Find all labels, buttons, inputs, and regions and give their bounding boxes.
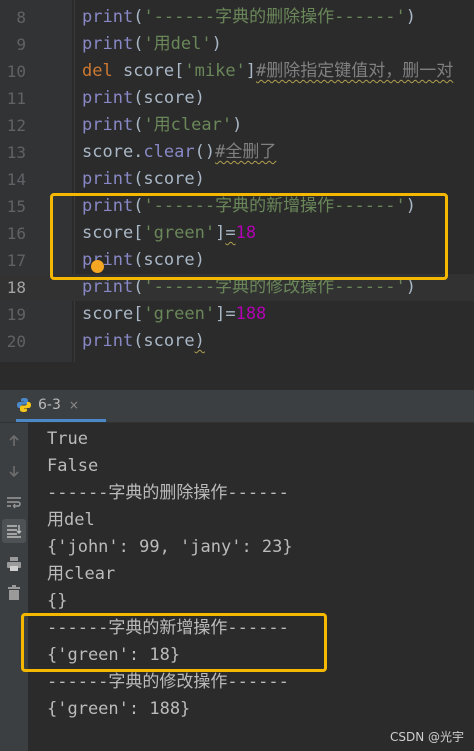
- line-number: 19: [6, 305, 26, 324]
- output-line: True: [47, 429, 88, 449]
- scroll-to-end-icon[interactable]: [2, 519, 26, 543]
- output-line: {'green': 188}: [47, 699, 191, 719]
- line-number: 11: [6, 89, 26, 108]
- up-arrow-icon[interactable]: [2, 429, 26, 453]
- code-line[interactable]: 9 print('用del'): [0, 31, 474, 58]
- down-arrow-icon[interactable]: [2, 459, 26, 483]
- watermark: CSDN @光宇: [389, 730, 464, 744]
- code-line[interactable]: 13 score.clear()#全删了: [0, 139, 474, 166]
- code-line[interactable]: 19 score['green']=188: [0, 301, 474, 328]
- code-token: (score: [133, 331, 195, 351]
- code-token: (: [133, 115, 144, 135]
- code-token: print: [82, 88, 134, 108]
- run-tab-label: 6-3: [38, 396, 61, 413]
- code-token: print: [82, 331, 134, 351]
- run-tab-6-3[interactable]: 6-3 ×: [16, 390, 106, 422]
- code-line[interactable]: 14 print(score): [0, 166, 474, 193]
- code-token: (: [133, 7, 144, 27]
- code-token: '------字典的删除操作------': [143, 7, 406, 27]
- code-token: =: [225, 304, 236, 324]
- line-number: 12: [6, 116, 26, 135]
- breakpoint-cursor-marker: [91, 260, 104, 273]
- line-number: 16: [6, 224, 26, 243]
- code-text: score.clear()#全删了: [82, 139, 276, 166]
- output-line: ------字典的删除操作------: [47, 483, 289, 503]
- code-line[interactable]: 8 print('------字典的删除操作------'): [0, 4, 474, 31]
- code-line[interactable]: 10 del score['mike']#删除指定键值对，删一对: [0, 58, 474, 85]
- output-line: 用clear: [47, 564, 116, 584]
- line-number: 9: [16, 35, 26, 54]
- code-token: ]: [245, 61, 257, 81]
- code-token: ]: [215, 304, 226, 324]
- code-text: del score['mike']#删除指定键值对，删一对: [82, 58, 453, 85]
- code-token: (score): [133, 88, 205, 108]
- panel-divider: [0, 362, 474, 390]
- code-line[interactable]: 11 print(score): [0, 85, 474, 112]
- code-token: score[: [82, 304, 144, 324]
- code-text: print('------字典的删除操作------'): [82, 4, 416, 31]
- output-line: {}: [47, 591, 68, 611]
- code-token: del: [82, 61, 123, 81]
- code-line[interactable]: 12 print('用clear'): [0, 112, 474, 139]
- code-text: print('用del'): [82, 31, 222, 58]
- code-token: 'mike': [184, 61, 246, 81]
- code-text: print(score): [82, 328, 205, 355]
- code-token: print: [82, 7, 134, 27]
- code-text: print(score): [82, 85, 205, 112]
- highlight-box-new-entry: [50, 193, 448, 280]
- line-number: 15: [6, 197, 26, 216]
- code-token: #删除指定键值对，删一对: [256, 61, 454, 81]
- output-line: {'john': 99, 'jany': 23}: [47, 537, 293, 557]
- code-token: '用del': [143, 34, 212, 54]
- code-token: score[: [122, 61, 185, 81]
- code-token: '------字典的修改操作------': [143, 277, 406, 297]
- line-number: 14: [6, 170, 26, 189]
- code-token: (: [133, 277, 144, 297]
- output-line: False: [47, 456, 99, 476]
- code-text: print(score): [82, 166, 205, 193]
- code-token: (): [194, 142, 216, 162]
- code-line[interactable]: 20 print(score): [0, 328, 474, 355]
- close-icon[interactable]: ×: [69, 398, 79, 412]
- run-tab-bar: 6-3 ×: [0, 390, 474, 423]
- run-output-panel[interactable]: True False ------字典的删除操作------ 用del {'john':…: [0, 423, 474, 751]
- output-line: 用del: [47, 510, 95, 530]
- code-token: print: [82, 277, 134, 297]
- line-number: 10: [6, 62, 26, 81]
- soft-wrap-icon[interactable]: [2, 490, 26, 514]
- code-token: score.: [82, 142, 144, 162]
- python-icon: [17, 397, 31, 412]
- output-line: ------字典的修改操作------: [47, 672, 289, 692]
- trash-icon[interactable]: [2, 581, 26, 605]
- line-number: 20: [6, 332, 26, 351]
- code-token: 188: [235, 304, 267, 324]
- code-text: score['green']=188: [82, 301, 266, 328]
- code-token: 'green': [143, 304, 216, 324]
- code-token: ): [194, 331, 205, 351]
- code-token: print: [82, 115, 134, 135]
- print-icon[interactable]: [2, 552, 26, 576]
- line-number: 13: [6, 143, 26, 162]
- code-text: print('用clear'): [82, 112, 242, 139]
- run-toolbar: [0, 423, 28, 751]
- code-token: print: [82, 34, 134, 54]
- code-token: #全删了: [215, 142, 277, 162]
- highlight-box-output: [21, 613, 327, 672]
- line-number: 18: [6, 278, 26, 297]
- code-token: print: [82, 169, 134, 189]
- code-editor[interactable]: 8 print('------字典的删除操作------') 9 print('用de…: [0, 0, 474, 362]
- code-token: (: [133, 34, 144, 54]
- code-token: '用clear': [143, 115, 233, 135]
- line-number: 8: [16, 8, 26, 27]
- code-token: clear: [143, 142, 195, 162]
- line-number: 17: [6, 251, 26, 270]
- code-token: ): [211, 34, 222, 54]
- code-token: ): [405, 277, 416, 297]
- code-token: ): [232, 115, 243, 135]
- code-token: ): [405, 7, 416, 27]
- code-token: (score): [133, 169, 205, 189]
